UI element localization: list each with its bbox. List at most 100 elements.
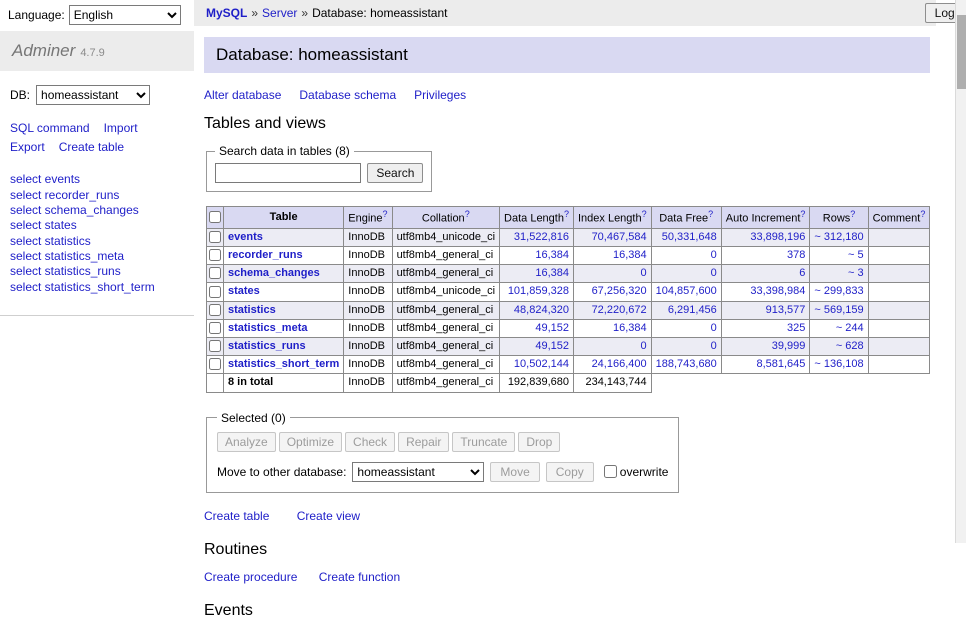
search-button[interactable]: Search bbox=[367, 163, 423, 183]
index-length-link[interactable]: 0 bbox=[641, 267, 647, 279]
auto-increment-link[interactable]: 378 bbox=[787, 249, 805, 261]
auto-increment-link[interactable]: 8,581,645 bbox=[756, 358, 805, 370]
rows-count-link[interactable]: ~ 244 bbox=[836, 322, 864, 334]
auto-increment-link[interactable]: 33,398,984 bbox=[750, 285, 805, 297]
language-select[interactable]: English bbox=[69, 5, 181, 25]
row-checkbox[interactable] bbox=[209, 358, 221, 370]
data-free-link[interactable]: 0 bbox=[711, 267, 717, 279]
analyze-button[interactable]: Analyze bbox=[217, 432, 276, 452]
help-icon[interactable]: ? bbox=[850, 209, 855, 219]
data-free-link[interactable]: 0 bbox=[711, 340, 717, 352]
search-input[interactable] bbox=[215, 163, 361, 183]
rows-count-link[interactable]: ~ 5 bbox=[848, 249, 864, 261]
help-icon[interactable]: ? bbox=[920, 209, 925, 219]
row-checkbox[interactable] bbox=[209, 231, 221, 243]
move-db-select[interactable]: homeassistant bbox=[352, 462, 484, 482]
data-length-link[interactable]: 48,824,320 bbox=[514, 304, 569, 316]
data-length-link[interactable]: 101,859,328 bbox=[508, 285, 569, 297]
row-checkbox[interactable] bbox=[209, 267, 221, 279]
breadcrumb-server-link[interactable]: Server bbox=[262, 6, 297, 20]
sidebar-link-select-statistics-meta[interactable]: select statistics_meta bbox=[10, 249, 124, 263]
table-name-link[interactable]: statistics_short_term bbox=[228, 358, 339, 370]
auto-increment-link[interactable]: 913,577 bbox=[766, 304, 806, 316]
rows-count-link[interactable]: ~ 3 bbox=[848, 267, 864, 279]
data-free-link[interactable]: 0 bbox=[711, 249, 717, 261]
sidebar-link-export[interactable]: Export bbox=[10, 140, 45, 154]
truncate-button[interactable]: Truncate bbox=[452, 432, 515, 452]
help-icon[interactable]: ? bbox=[708, 209, 713, 219]
data-free-link[interactable]: 104,857,600 bbox=[656, 285, 717, 297]
rows-count-link[interactable]: ~ 299,833 bbox=[814, 285, 863, 297]
create-procedure-link[interactable]: Create procedure bbox=[204, 570, 297, 584]
optimize-button[interactable]: Optimize bbox=[279, 432, 342, 452]
index-length-link[interactable]: 72,220,672 bbox=[592, 304, 647, 316]
db-select[interactable]: homeassistant bbox=[36, 85, 150, 105]
help-icon[interactable]: ? bbox=[800, 209, 805, 219]
help-icon[interactable]: ? bbox=[564, 209, 569, 219]
sidebar-link-sql-command[interactable]: SQL command bbox=[10, 121, 90, 135]
sidebar-link-select-statistics-runs[interactable]: select statistics_runs bbox=[10, 264, 121, 278]
auto-increment-link[interactable]: 325 bbox=[787, 322, 805, 334]
table-name-link[interactable]: states bbox=[228, 285, 260, 297]
overwrite-option[interactable]: overwrite bbox=[604, 465, 669, 479]
help-icon[interactable]: ? bbox=[383, 209, 388, 219]
row-checkbox[interactable] bbox=[209, 322, 221, 334]
data-length-link[interactable]: 10,502,144 bbox=[514, 358, 569, 370]
rows-count-link[interactable]: ~ 569,159 bbox=[814, 304, 863, 316]
create-function-link[interactable]: Create function bbox=[319, 570, 400, 584]
rows-count-link[interactable]: ~ 136,108 bbox=[814, 358, 863, 370]
data-length-link[interactable]: 16,384 bbox=[535, 267, 569, 279]
index-length-link[interactable]: 67,256,320 bbox=[592, 285, 647, 297]
breadcrumb-mysql-link[interactable]: MySQL bbox=[206, 6, 247, 20]
index-length-link[interactable]: 70,467,584 bbox=[592, 231, 647, 243]
data-length-link[interactable]: 31,522,816 bbox=[514, 231, 569, 243]
sidebar-link-select-events[interactable]: select events bbox=[10, 172, 80, 186]
index-length-link[interactable]: 16,384 bbox=[613, 322, 647, 334]
sidebar-link-select-recorder-runs[interactable]: select recorder_runs bbox=[10, 188, 119, 202]
rows-count-link[interactable]: ~ 312,180 bbox=[814, 231, 863, 243]
sidebar-link-create-table[interactable]: Create table bbox=[59, 140, 124, 154]
auto-increment-link[interactable]: 39,999 bbox=[772, 340, 806, 352]
check-button[interactable]: Check bbox=[345, 432, 395, 452]
table-name-link[interactable]: events bbox=[228, 231, 263, 243]
rows-count-link[interactable]: ~ 628 bbox=[836, 340, 864, 352]
data-length-link[interactable]: 16,384 bbox=[535, 249, 569, 261]
auto-increment-link[interactable]: 33,898,196 bbox=[750, 231, 805, 243]
table-name-link[interactable]: schema_changes bbox=[228, 267, 320, 279]
sidebar-link-import[interactable]: Import bbox=[104, 121, 138, 135]
help-icon[interactable]: ? bbox=[465, 209, 470, 219]
auto-increment-link[interactable]: 6 bbox=[799, 267, 805, 279]
sidebar-link-select-statistics-short-term[interactable]: select statistics_short_term bbox=[10, 280, 155, 294]
index-length-link[interactable]: 24,166,400 bbox=[592, 358, 647, 370]
data-free-link[interactable]: 188,743,680 bbox=[656, 358, 717, 370]
repair-button[interactable]: Repair bbox=[398, 432, 449, 452]
row-checkbox[interactable] bbox=[209, 340, 221, 352]
overwrite-checkbox[interactable] bbox=[604, 465, 617, 478]
table-name-link[interactable]: statistics bbox=[228, 304, 276, 316]
row-checkbox[interactable] bbox=[209, 249, 221, 261]
sidebar-link-select-statistics[interactable]: select statistics bbox=[10, 234, 91, 248]
table-name-link[interactable]: recorder_runs bbox=[228, 249, 303, 261]
row-checkbox[interactable] bbox=[209, 286, 221, 298]
data-length-link[interactable]: 49,152 bbox=[535, 322, 569, 334]
sidebar-link-select-states[interactable]: select states bbox=[10, 218, 77, 232]
drop-button[interactable]: Drop bbox=[518, 432, 560, 452]
select-all-checkbox[interactable] bbox=[209, 211, 221, 223]
help-icon[interactable]: ? bbox=[642, 209, 647, 219]
alter-database-link[interactable]: Alter database bbox=[204, 88, 281, 102]
scrollbar[interactable] bbox=[955, 0, 966, 543]
data-length-link[interactable]: 49,152 bbox=[535, 340, 569, 352]
database-schema-link[interactable]: Database schema bbox=[299, 88, 396, 102]
index-length-link[interactable]: 16,384 bbox=[613, 249, 647, 261]
privileges-link[interactable]: Privileges bbox=[414, 88, 466, 102]
scrollbar-thumb[interactable] bbox=[957, 15, 966, 89]
data-free-link[interactable]: 6,291,456 bbox=[668, 304, 717, 316]
row-checkbox[interactable] bbox=[209, 304, 221, 316]
move-button[interactable]: Move bbox=[490, 462, 539, 482]
data-free-link[interactable]: 0 bbox=[711, 322, 717, 334]
sidebar-link-select-schema-changes[interactable]: select schema_changes bbox=[10, 203, 139, 217]
table-name-link[interactable]: statistics_meta bbox=[228, 322, 308, 334]
data-free-link[interactable]: 50,331,648 bbox=[662, 231, 717, 243]
create-table-link[interactable]: Create table bbox=[204, 509, 269, 523]
index-length-link[interactable]: 0 bbox=[641, 340, 647, 352]
